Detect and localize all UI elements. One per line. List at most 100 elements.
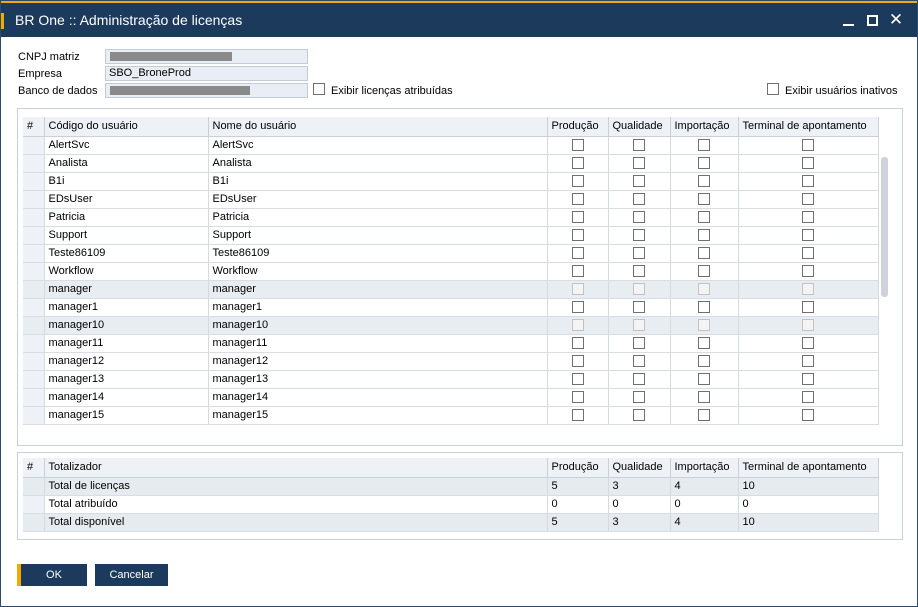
qualidade-checkbox[interactable] (633, 139, 645, 152)
row-number-cell[interactable] (23, 316, 45, 335)
banco-field[interactable] (105, 83, 308, 98)
importacao-checkbox[interactable] (698, 139, 710, 152)
row-number-cell[interactable] (23, 388, 45, 407)
users-grid-row[interactable]: manager13 manager13 (23, 370, 879, 389)
terminal-checkbox[interactable] (802, 301, 814, 314)
row-number-cell[interactable] (23, 352, 45, 371)
users-grid-row[interactable]: manager manager (23, 280, 879, 299)
importacao-checkbox[interactable] (698, 193, 710, 206)
users-grid-row[interactable]: manager11 manager11 (23, 334, 879, 353)
qualidade-checkbox[interactable] (633, 265, 645, 278)
col-user-code[interactable]: Código do usuário (44, 117, 209, 137)
qualidade-checkbox[interactable] (633, 211, 645, 224)
empresa-field[interactable]: SBO_BroneProd (105, 66, 308, 81)
importacao-checkbox[interactable] (698, 301, 710, 314)
users-grid-scrollbar[interactable] (881, 157, 888, 297)
maximize-icon[interactable] (859, 7, 885, 33)
qualidade-checkbox[interactable] (633, 409, 645, 422)
col-producao[interactable]: Produção (547, 117, 609, 137)
row-number-cell[interactable] (23, 136, 45, 155)
terminal-checkbox[interactable] (802, 175, 814, 188)
producao-checkbox[interactable] (571, 265, 584, 278)
producao-checkbox[interactable] (571, 301, 584, 314)
col-importacao[interactable]: Importação (670, 117, 739, 137)
row-number-cell[interactable] (23, 280, 45, 299)
col-qualidade[interactable]: Qualidade (608, 117, 671, 137)
cancel-button[interactable]: Cancelar (95, 564, 168, 586)
producao-checkbox[interactable] (571, 373, 584, 386)
users-grid-row[interactable]: manager15 manager15 (23, 406, 879, 425)
row-number-cell[interactable] (23, 172, 45, 191)
row-number-cell[interactable] (23, 190, 45, 209)
producao-checkbox[interactable] (571, 355, 584, 368)
importacao-checkbox[interactable] (698, 355, 710, 368)
row-number-cell[interactable] (23, 154, 45, 173)
importacao-checkbox[interactable] (698, 175, 710, 188)
exibir-inativos-checkbox[interactable] (767, 83, 779, 96)
close-icon[interactable]: ✕ (883, 7, 909, 33)
producao-checkbox[interactable] (571, 193, 584, 206)
col-terminal[interactable]: Terminal de apontamento (738, 117, 879, 137)
terminal-checkbox[interactable] (802, 337, 814, 350)
users-grid-row[interactable]: manager12 manager12 (23, 352, 879, 371)
ok-button[interactable]: OK (21, 564, 87, 586)
producao-checkbox[interactable] (571, 211, 584, 224)
qualidade-checkbox[interactable] (633, 337, 645, 350)
terminal-checkbox[interactable] (802, 373, 814, 386)
row-number-cell[interactable] (23, 262, 45, 281)
row-number-cell[interactable] (23, 208, 45, 227)
terminal-checkbox[interactable] (802, 355, 814, 368)
terminal-checkbox[interactable] (802, 247, 814, 260)
importacao-checkbox[interactable] (698, 391, 710, 404)
terminal-checkbox[interactable] (802, 265, 814, 278)
producao-checkbox[interactable] (571, 157, 584, 170)
qualidade-checkbox[interactable] (633, 391, 645, 404)
users-grid-row[interactable]: manager14 manager14 (23, 388, 879, 407)
minimize-icon[interactable] (835, 7, 861, 33)
row-number-cell[interactable] (23, 370, 45, 389)
importacao-checkbox[interactable] (698, 157, 710, 170)
producao-checkbox[interactable] (571, 409, 584, 422)
exibir-licencas-checkbox[interactable] (313, 83, 325, 96)
users-grid-row[interactable]: Teste86109 Teste86109 (23, 244, 879, 263)
importacao-checkbox[interactable] (698, 247, 710, 260)
users-grid-row[interactable]: AlertSvc AlertSvc (23, 136, 879, 155)
row-number-cell[interactable] (23, 406, 45, 425)
col-user-name[interactable]: Nome do usuário (208, 117, 548, 137)
row-number-cell[interactable] (23, 298, 45, 317)
users-grid-row[interactable]: EDsUser EDsUser (23, 190, 879, 209)
row-number-cell[interactable] (23, 334, 45, 353)
producao-checkbox[interactable] (571, 229, 584, 242)
producao-checkbox[interactable] (571, 175, 584, 188)
importacao-checkbox[interactable] (698, 337, 710, 350)
terminal-checkbox[interactable] (802, 409, 814, 422)
producao-checkbox[interactable] (571, 337, 584, 350)
terminal-checkbox[interactable] (802, 193, 814, 206)
users-grid-row[interactable]: Patricia Patricia (23, 208, 879, 227)
qualidade-checkbox[interactable] (633, 355, 645, 368)
cnpj-field[interactable] (105, 49, 308, 64)
qualidade-checkbox[interactable] (633, 247, 645, 260)
users-grid-row[interactable]: manager1 manager1 (23, 298, 879, 317)
producao-checkbox[interactable] (571, 391, 584, 404)
users-grid-row[interactable]: Support Support (23, 226, 879, 245)
importacao-checkbox[interactable] (698, 373, 710, 386)
qualidade-checkbox[interactable] (633, 157, 645, 170)
terminal-checkbox[interactable] (802, 139, 814, 152)
importacao-checkbox[interactable] (698, 211, 710, 224)
users-grid-row[interactable]: Workflow Workflow (23, 262, 879, 281)
producao-checkbox[interactable] (571, 139, 584, 152)
terminal-checkbox[interactable] (802, 229, 814, 242)
users-grid-row[interactable]: manager10 manager10 (23, 316, 879, 335)
qualidade-checkbox[interactable] (633, 175, 645, 188)
qualidade-checkbox[interactable] (633, 229, 645, 242)
row-number-cell[interactable] (23, 226, 45, 245)
title-bar[interactable]: BR One :: Administração de licenças ✕ (1, 1, 917, 37)
qualidade-checkbox[interactable] (633, 301, 645, 314)
terminal-checkbox[interactable] (802, 211, 814, 224)
terminal-checkbox[interactable] (802, 157, 814, 170)
terminal-checkbox[interactable] (802, 391, 814, 404)
qualidade-checkbox[interactable] (633, 193, 645, 206)
row-number-cell[interactable] (23, 244, 45, 263)
qualidade-checkbox[interactable] (633, 373, 645, 386)
